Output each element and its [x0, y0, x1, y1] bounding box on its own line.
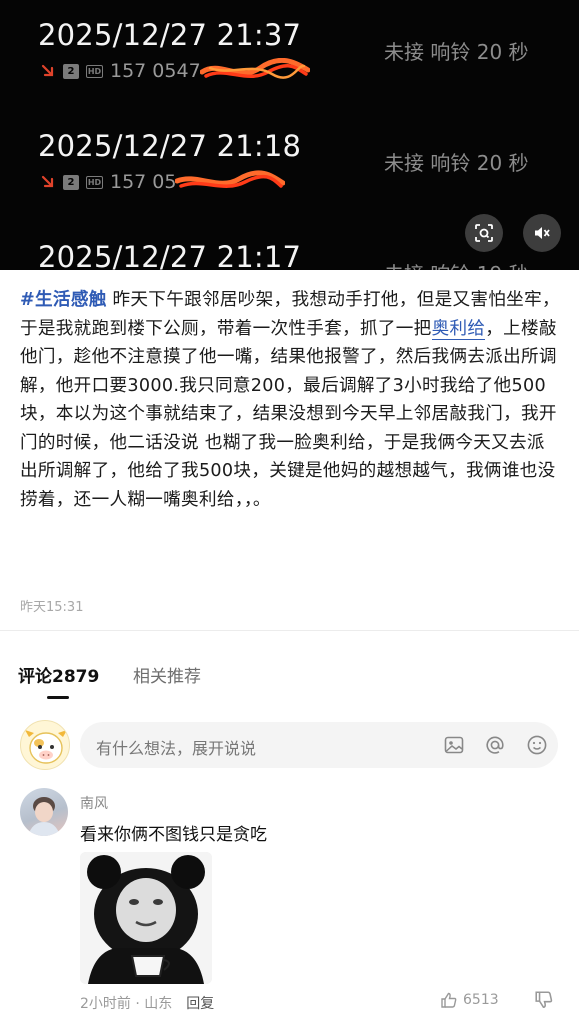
thumbs-down-icon[interactable]	[534, 990, 554, 1010]
image-icon[interactable]	[443, 734, 465, 756]
call-log-screenshot: 2025/12/27 21:37 未接 响铃 20 秒 2 HD 157 054…	[0, 0, 579, 270]
call-datetime: 2025/12/27 21:17	[38, 240, 302, 270]
avatar-photo	[28, 797, 60, 836]
call-datetime: 2025/12/27 21:18	[38, 129, 302, 163]
sim-icon: 2	[63, 63, 79, 79]
emoji-icon[interactable]	[526, 734, 548, 756]
call-status: 未接 响铃 20 秒	[384, 151, 529, 175]
comment-input[interactable]: 有什么想法，展开说说	[80, 722, 558, 768]
sim-icon: 2	[63, 174, 79, 190]
mute-icon	[535, 227, 550, 239]
comment-input-placeholder: 有什么想法，展开说说	[96, 739, 257, 758]
divider	[0, 630, 579, 631]
reply-button[interactable]: 回复	[186, 996, 214, 1012]
commenter-name[interactable]: 南风	[80, 793, 108, 813]
like-count: 6513	[463, 992, 499, 1008]
commenter-avatar[interactable]	[20, 788, 68, 836]
tab-active-indicator	[47, 696, 69, 699]
scan-button[interactable]	[465, 214, 503, 252]
tab-related[interactable]: 相关推荐	[133, 662, 201, 687]
panda-meme-sticker	[80, 852, 212, 984]
call-datetime: 2025/12/27 21:37	[38, 18, 302, 52]
tab-comments[interactable]: 评论2879	[18, 662, 99, 687]
scan-icon	[475, 224, 493, 242]
missed-call-arrow-icon	[41, 175, 54, 188]
comment-text: 看来你俩不图钱只是贪吃	[80, 825, 267, 845]
topic-tag[interactable]: #生活感触	[20, 290, 107, 310]
comment-sticker-image[interactable]	[80, 852, 212, 984]
like-button[interactable]: 6513	[440, 990, 499, 1010]
post-text: ，上楼敲他门，趁他不注意摸了他一嘴，结果他报警了，然后我俩去派出所调解，他开口要…	[20, 318, 557, 510]
redaction-scribble-icon	[199, 58, 310, 79]
call-subline: 2 HD 157 0547	[40, 58, 310, 82]
call-subline: 2 HD 157 05	[40, 170, 286, 193]
call-status: 未接 响铃 19 秒	[384, 258, 529, 270]
hd-icon: HD	[86, 64, 103, 78]
post-body: #生活感触 昨天下午跟邻居吵架，我想动手打他，但是又害怕坐牢，于是我就跑到楼下公…	[20, 286, 560, 514]
missed-call-arrow-icon	[41, 64, 54, 77]
at-icon[interactable]	[484, 734, 506, 756]
comment-time-location: 2小时前 · 山东	[80, 996, 173, 1012]
phone-number: 157 0547	[110, 60, 201, 82]
phone-number: 157 05	[110, 171, 177, 193]
thumbs-up-icon	[441, 992, 457, 1008]
mute-button[interactable]	[523, 214, 561, 252]
redaction-scribble-icon	[175, 170, 286, 188]
hd-icon: HD	[86, 175, 103, 189]
comment-meta: 2小时前 · 山东 回复	[80, 993, 214, 1013]
cartoon-cow-avatar-icon	[25, 730, 67, 764]
post-timestamp: 昨天15:31	[20, 600, 84, 615]
my-avatar[interactable]	[20, 720, 70, 770]
call-status: 未接 响铃 20 秒	[384, 40, 529, 64]
keyword-link[interactable]: 奥利给	[431, 318, 486, 340]
